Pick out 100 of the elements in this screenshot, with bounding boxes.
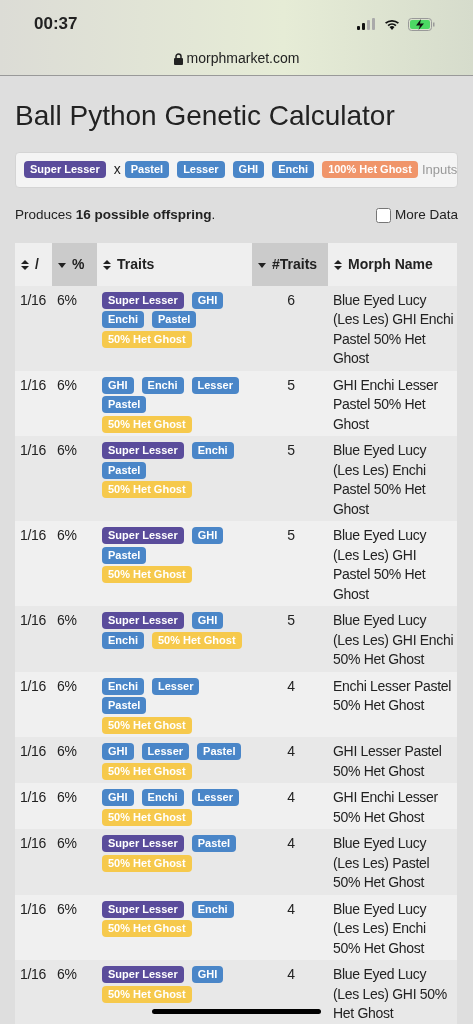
trait-count-cell: 4 bbox=[252, 829, 328, 895]
trait-tag: Enchi bbox=[102, 677, 144, 695]
trait-tag: GHI bbox=[102, 376, 134, 394]
trait-count-cell: 5 bbox=[252, 436, 328, 522]
trait-tag: GHI bbox=[191, 291, 224, 309]
trait-tag: Enchi bbox=[191, 900, 234, 918]
trait-count-cell: 5 bbox=[252, 521, 328, 607]
column-label: #Traits bbox=[272, 255, 318, 272]
odds-cell: 1/16 bbox=[15, 606, 52, 672]
lock-icon bbox=[173, 52, 183, 65]
trait-tag: Lesser bbox=[177, 161, 225, 179]
page-title: Ball Python Genetic Calculator bbox=[15, 99, 396, 133]
percent-cell: 6% bbox=[52, 285, 97, 371]
percent-cell: 6% bbox=[52, 829, 97, 895]
morph-name-cell: GHI Enchi Lesser 50% Het Ghost bbox=[328, 783, 457, 830]
trait-count-cell: 4 bbox=[252, 671, 328, 738]
trait-tag: 100% Het Ghost bbox=[322, 161, 418, 179]
odds-cell: 1/16 bbox=[15, 671, 52, 738]
morph-name-cell: GHI Enchi Lesser Pastel 50% Het Ghost bbox=[328, 370, 457, 437]
trait-tag: GHI bbox=[191, 612, 224, 630]
trait-tag: GHI bbox=[191, 966, 224, 984]
trait-tag: Pastel bbox=[197, 743, 242, 761]
more-data-checkbox[interactable] bbox=[375, 207, 391, 223]
morph-name-cell: Blue Eyed Lucy (Les Les) Enchi Pastel 50% Het Ghost bbox=[328, 436, 457, 522]
trait-tag: 50% Het Ghost bbox=[102, 716, 192, 734]
trait-tag: Lesser bbox=[141, 743, 190, 761]
more-data-label: More Data bbox=[394, 206, 458, 225]
trait-tag: 50% Het Ghost bbox=[102, 854, 192, 872]
percent-cell: 6% bbox=[52, 436, 97, 522]
url-address[interactable]: morphmarket.com bbox=[186, 48, 300, 69]
column-label: / bbox=[35, 255, 39, 272]
trait-tag: GHI bbox=[102, 743, 134, 761]
percent-cell: 6% bbox=[52, 737, 97, 784]
trait-tag: Enchi bbox=[141, 376, 184, 394]
signal-icon bbox=[357, 18, 376, 30]
trait-tag: 50% Het Ghost bbox=[102, 481, 192, 499]
column-header[interactable]: #Traits bbox=[252, 242, 328, 286]
percent-cell: 6% bbox=[52, 370, 97, 437]
trait-count-cell: 4 bbox=[252, 894, 328, 961]
trait-count-cell: 6 bbox=[252, 285, 328, 371]
trait-tag: 50% Het Ghost bbox=[102, 762, 192, 780]
odds-cell: 1/16 bbox=[15, 783, 52, 830]
trait-tag: Pastel bbox=[124, 161, 170, 179]
morph-name-cell: Enchi Lesser Pastel 50% Het Ghost bbox=[328, 671, 457, 738]
trait-tag: Super Lesser bbox=[102, 835, 184, 853]
odds-cell: 1/16 bbox=[15, 436, 52, 522]
trait-count-cell: 4 bbox=[252, 960, 328, 1024]
clock: 00:37 bbox=[34, 13, 78, 36]
trait-tag: Enchi bbox=[272, 161, 315, 179]
column-label: Morph Name bbox=[348, 255, 433, 272]
trait-count-cell: 4 bbox=[252, 737, 328, 784]
column-header[interactable]: / bbox=[15, 242, 52, 286]
trait-tag: Super Lesser bbox=[102, 442, 184, 460]
trait-count-cell: 5 bbox=[252, 606, 328, 672]
sort-icon bbox=[103, 259, 111, 270]
wifi-icon bbox=[384, 18, 400, 30]
odds-cell: 1/16 bbox=[15, 521, 52, 607]
trait-tag: Lesser bbox=[191, 789, 239, 807]
morph-name-cell: Blue Eyed Lucy (Les Les) GHI Enchi 50% Het Ghost bbox=[328, 606, 457, 672]
morph-name-cell: Blue Eyed Lucy (Les Les) Enchi 50% Het Ghost bbox=[328, 894, 457, 961]
morph-name-cell: Blue Eyed Lucy (Les Les) GHI Enchi Pastel 50% Het Ghost bbox=[328, 285, 457, 371]
morph-name-cell: Blue Eyed Lucy (Les Les) GHI 50% Het Ghost bbox=[328, 960, 457, 1024]
percent-cell: 6% bbox=[52, 671, 97, 738]
odds-cell: 1/16 bbox=[15, 285, 52, 371]
percent-cell: 6% bbox=[52, 521, 97, 607]
morph-name-cell: Blue Eyed Lucy (Les Les) GHI Pastel 50% Het Ghost bbox=[328, 521, 457, 607]
column-label: Traits bbox=[117, 255, 155, 272]
battery-icon bbox=[408, 17, 435, 31]
inputs-panel[interactable]: Super Lesser x Pastel Lesser GHI Enchi 100% Het Ghost Inputs bbox=[15, 151, 458, 188]
trait-tag: 50% Het Ghost bbox=[102, 808, 192, 826]
trait-tag: Enchi bbox=[102, 631, 144, 649]
trait-tag: 50% Het Ghost bbox=[102, 566, 192, 584]
trait-tag: Pastel bbox=[102, 396, 147, 414]
percent-cell: 6% bbox=[52, 894, 97, 961]
column-label: % bbox=[72, 255, 85, 272]
trait-tag: Lesser bbox=[191, 376, 239, 394]
trait-tag: 50% Het Ghost bbox=[151, 631, 242, 649]
trait-tag: 50% Het Ghost bbox=[102, 920, 192, 938]
percent-cell: 6% bbox=[52, 606, 97, 672]
offspring-summary: Produces 16 possible offspring. bbox=[15, 205, 216, 224]
trait-tag: Pastel bbox=[102, 697, 147, 715]
trait-tag: Super Lesser bbox=[24, 161, 106, 179]
percent-cell: 6% bbox=[52, 783, 97, 830]
sort-icon bbox=[21, 259, 29, 270]
trait-tag: Pastel bbox=[102, 461, 147, 479]
column-header[interactable]: Traits bbox=[97, 242, 252, 286]
trait-tag: 50% Het Ghost bbox=[102, 985, 192, 1003]
odds-cell: 1/16 bbox=[15, 960, 52, 1024]
trait-tag: Enchi bbox=[191, 442, 234, 460]
percent-cell: 6% bbox=[52, 960, 97, 1024]
column-header[interactable]: Morph Name bbox=[328, 242, 457, 286]
trait-tag: Pastel bbox=[151, 311, 197, 329]
trait-tag: GHI bbox=[232, 161, 265, 179]
morph-name-cell: GHI Lesser Pastel 50% Het Ghost bbox=[328, 737, 457, 784]
trait-tag: Pastel bbox=[102, 546, 147, 564]
trait-tag: Super Lesser bbox=[102, 612, 184, 630]
trait-tag: Enchi bbox=[141, 789, 184, 807]
trait-tag: Super Lesser bbox=[102, 291, 184, 309]
trait-count-cell: 4 bbox=[252, 783, 328, 830]
column-header[interactable]: % bbox=[52, 242, 97, 286]
